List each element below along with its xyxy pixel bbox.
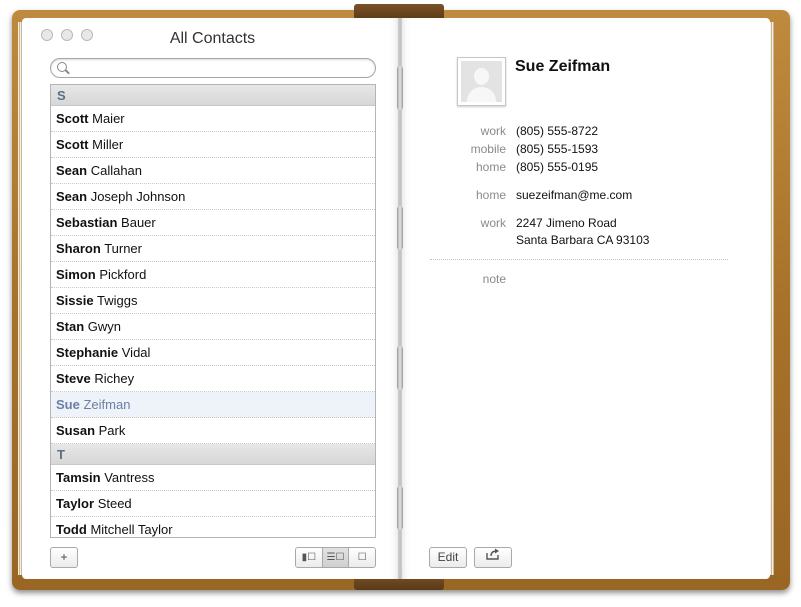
- contact-list-item[interactable]: Sebastian Bauer: [51, 210, 375, 236]
- add-contact-button[interactable]: +: [50, 547, 78, 568]
- contact-list-item[interactable]: Sissie Twiggs: [51, 288, 375, 314]
- contact-list-item[interactable]: Simon Pickford: [51, 262, 375, 288]
- address-line-1[interactable]: 2247 Jimeno Road: [516, 216, 617, 230]
- contact-first-name: Sean: [56, 189, 88, 204]
- contact-list-item[interactable]: Steve Richey: [51, 366, 375, 392]
- search-icon: [57, 62, 67, 72]
- contact-last-name: Richey: [94, 371, 135, 386]
- contact-card-page: [400, 18, 770, 579]
- contact-last-name: Twiggs: [96, 293, 138, 308]
- person-silhouette-icon: [474, 68, 489, 85]
- section-header: S: [51, 85, 375, 106]
- contact-last-name: Vidal: [121, 345, 151, 360]
- contact-list-item[interactable]: Taylor Steed: [51, 491, 375, 517]
- contact-last-name: Gwyn: [87, 319, 122, 334]
- phone-value[interactable]: (805) 555-0195: [516, 160, 598, 174]
- contact-first-name: Scott: [56, 111, 89, 126]
- contact-first-name: Stephanie: [56, 345, 119, 360]
- address-label: work: [480, 216, 506, 230]
- edit-button[interactable]: Edit: [429, 547, 467, 568]
- minimize-window-button[interactable]: [61, 29, 73, 41]
- binding-ring: [397, 66, 403, 110]
- contact-first-name: Sebastian: [56, 215, 118, 230]
- contact-list-item[interactable]: Susan Park: [51, 418, 375, 444]
- window-title: All Contacts: [169, 30, 256, 47]
- contact-last-name: Callahan: [90, 163, 143, 178]
- contact-first-name: Steve: [56, 371, 91, 386]
- contact-first-name: Simon: [56, 267, 96, 282]
- contact-list-item[interactable]: Sean Joseph Johnson: [51, 184, 375, 210]
- binding-ring: [397, 486, 403, 530]
- contact-first-name: Taylor: [56, 496, 95, 511]
- contact-list-item[interactable]: Scott Miller: [51, 132, 375, 158]
- search-field[interactable]: [50, 58, 376, 78]
- contact-last-name: Mitchell Taylor: [90, 522, 173, 537]
- contact-last-name: Pickford: [99, 267, 147, 282]
- contact-last-name: Turner: [104, 241, 142, 256]
- contact-last-name: Park: [98, 423, 126, 438]
- section-header: T: [51, 444, 375, 465]
- contact-first-name: Stan: [56, 319, 85, 334]
- contact-last-name: Joseph Johnson: [90, 189, 186, 204]
- view-mode-card-list[interactable]: ☰☐: [322, 548, 350, 567]
- address-line-2[interactable]: Santa Barbara CA 93103: [516, 233, 649, 247]
- contact-first-name: Scott: [56, 137, 89, 152]
- phone-label: mobile: [470, 142, 506, 156]
- contact-name: Sue Zeifman: [515, 58, 611, 75]
- phone-label: work: [480, 124, 506, 138]
- contact-first-name: Tamsin: [56, 470, 101, 485]
- contact-first-name: Sue: [56, 397, 80, 412]
- view-mode-control[interactable]: ▮☐ ☰☐ ☐: [295, 547, 376, 568]
- phone-label: home: [475, 160, 506, 174]
- contact-list-item[interactable]: Stephanie Vidal: [51, 340, 375, 366]
- phone-value[interactable]: (805) 555-8722: [516, 124, 598, 138]
- contact-first-name: Sissie: [56, 293, 94, 308]
- share-icon: [486, 548, 499, 560]
- zoom-window-button[interactable]: [81, 29, 93, 41]
- contact-list[interactable]: S Scott Maier Scott Miller Sean Callahan Sea…: [50, 84, 376, 538]
- contact-last-name: Steed: [97, 496, 132, 511]
- contact-list-item[interactable]: Sue Zeifman: [51, 392, 375, 418]
- contact-first-name: Todd: [56, 522, 87, 537]
- contact-last-name: Zeifman: [83, 397, 131, 412]
- view-mode-list-card[interactable]: ▮☐: [296, 548, 323, 567]
- contact-first-name: Susan: [56, 423, 96, 438]
- email-label: home: [475, 188, 506, 202]
- contact-list-item[interactable]: Stan Gwyn: [51, 314, 375, 340]
- contact-last-name: Bauer: [121, 215, 156, 230]
- contact-first-name: Sharon: [56, 241, 101, 256]
- share-button[interactable]: [474, 547, 512, 568]
- close-window-button[interactable]: [41, 29, 53, 41]
- view-mode-card-only[interactable]: ☐: [349, 548, 375, 567]
- contact-list-item[interactable]: Tamsin Vantress: [51, 465, 375, 491]
- binding-ring: [397, 206, 403, 250]
- binding-ring: [397, 346, 403, 390]
- contact-list-item[interactable]: Todd Mitchell Taylor: [51, 517, 375, 537]
- contact-last-name: Maier: [92, 111, 125, 126]
- contact-list-item[interactable]: Sean Callahan: [51, 158, 375, 184]
- contact-last-name: Miller: [92, 137, 124, 152]
- contact-list-item[interactable]: Scott Maier: [51, 106, 375, 132]
- contact-first-name: Sean: [56, 163, 88, 178]
- contact-last-name: Vantress: [104, 470, 155, 485]
- note-divider: [430, 259, 728, 260]
- contact-list-item[interactable]: Sharon Turner: [51, 236, 375, 262]
- search-input[interactable]: [71, 60, 371, 76]
- email-value[interactable]: suezeifman@me.com: [516, 188, 632, 202]
- note-label: note: [482, 272, 506, 286]
- avatar[interactable]: [457, 57, 506, 106]
- phone-value[interactable]: (805) 555-1593: [516, 142, 598, 156]
